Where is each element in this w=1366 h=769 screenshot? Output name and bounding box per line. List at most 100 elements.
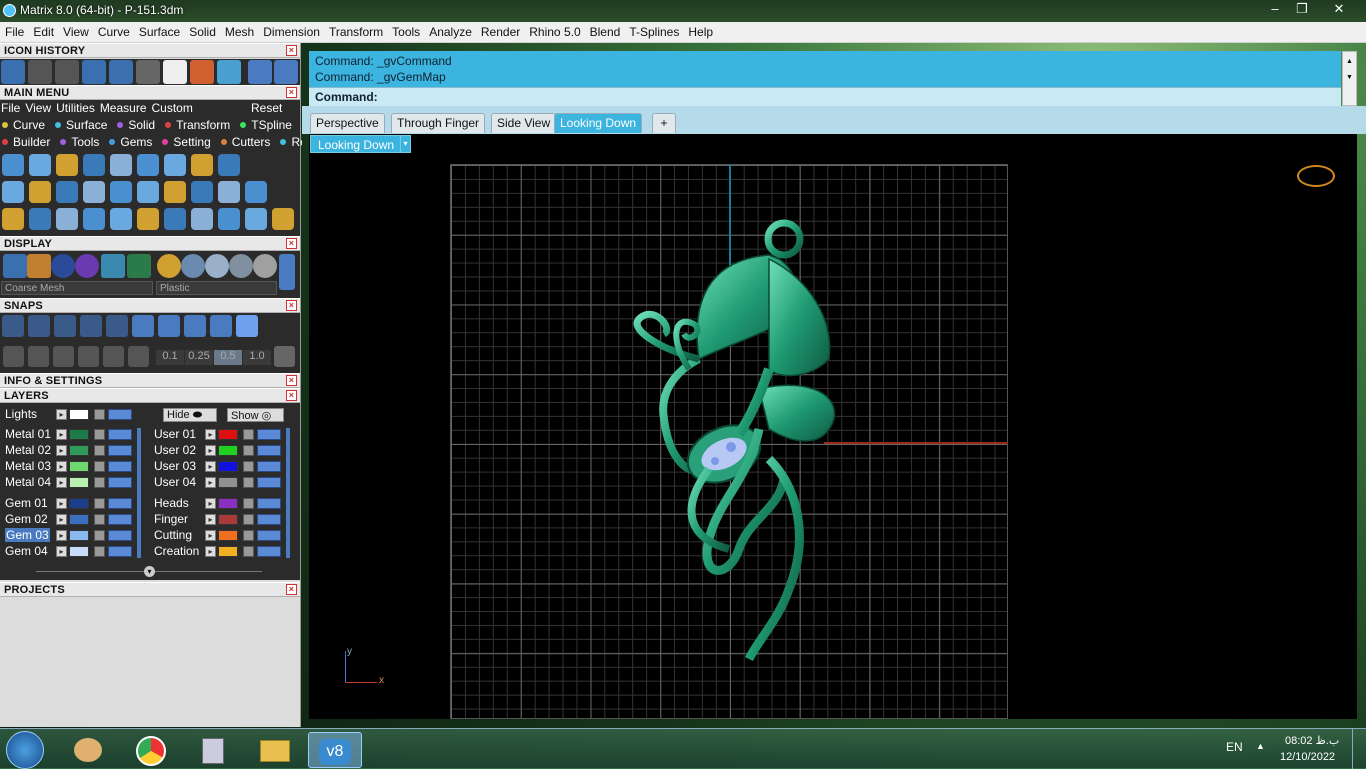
snap-ortho-icon[interactable] xyxy=(236,315,258,337)
layer-user-04[interactable]: User 04 xyxy=(154,475,196,489)
snap-grid-settings-icon[interactable] xyxy=(274,346,295,367)
expand-arrow-icon[interactable]: ▸ xyxy=(56,429,67,440)
visibility-toggle[interactable] xyxy=(108,546,132,557)
expand-arrow-icon[interactable]: ▸ xyxy=(56,546,67,557)
lock-icon[interactable] xyxy=(94,530,105,541)
snap-value-0.5[interactable]: 0.5 xyxy=(214,350,242,365)
category-transform[interactable]: Transform xyxy=(165,118,235,132)
lock-icon[interactable] xyxy=(243,498,254,509)
show-all-button[interactable]: Show ◎ xyxy=(227,408,284,422)
box-snap-icon[interactable] xyxy=(28,346,49,367)
language-indicator[interactable]: EN xyxy=(1226,740,1243,754)
menu-transform[interactable]: Transform xyxy=(324,22,387,39)
back-arrow-icon[interactable] xyxy=(248,60,272,84)
category-setting[interactable]: Setting xyxy=(162,135,215,149)
menu-mesh[interactable]: Mesh xyxy=(220,22,258,39)
main-menu-utilities[interactable]: Utilities xyxy=(56,101,95,115)
pattern-tool-icon[interactable] xyxy=(245,181,267,203)
close-icon[interactable]: × xyxy=(286,87,297,98)
lock-icon[interactable] xyxy=(94,477,105,488)
menu-file[interactable]: File xyxy=(0,22,28,39)
layer-gem-01[interactable]: Gem 01 xyxy=(5,496,48,510)
visibility-toggle[interactable] xyxy=(108,409,132,420)
snap-point-icon[interactable] xyxy=(80,315,102,337)
grid-tool-icon[interactable] xyxy=(1,60,25,84)
mesh-quality-dropdown[interactable]: Coarse Mesh xyxy=(1,281,153,295)
visibility-toggle[interactable] xyxy=(257,530,281,541)
expand-arrow-icon[interactable]: ▸ xyxy=(205,461,216,472)
ring-tool-icon[interactable] xyxy=(245,208,267,230)
menu-render[interactable]: Render xyxy=(476,22,524,39)
show-desktop-button[interactable] xyxy=(1352,729,1366,769)
smart-track-icon[interactable] xyxy=(128,346,149,367)
menu-tools[interactable]: Tools xyxy=(387,22,424,39)
bend-tool-icon[interactable] xyxy=(191,208,213,230)
layer-color-swatch[interactable] xyxy=(218,498,238,509)
category-tools[interactable]: Tools xyxy=(60,135,104,149)
category-cutters[interactable]: Cutters xyxy=(221,135,276,149)
menu-solid[interactable]: Solid xyxy=(184,22,220,39)
menu-view[interactable]: View xyxy=(58,22,93,39)
layer-gem-02[interactable]: Gem 02 xyxy=(5,512,48,526)
command-scrollbar[interactable]: ▲ ▼ xyxy=(1342,51,1357,106)
layer-gem-04[interactable]: Gem 04 xyxy=(5,544,48,558)
layer-color-swatch[interactable] xyxy=(69,498,89,509)
layer-color-swatch[interactable] xyxy=(69,461,89,472)
expand-arrow-icon[interactable]: ▸ xyxy=(205,530,216,541)
menu-curve[interactable]: Curve xyxy=(93,22,134,39)
layer-user-01[interactable]: User 01 xyxy=(154,427,196,441)
material-dropdown[interactable]: Plastic xyxy=(156,281,277,295)
menu-rhino-5-0[interactable]: Rhino 5.0 xyxy=(524,22,584,39)
expand-panel-icon[interactable]: ▾ xyxy=(144,566,155,577)
layers-scrollbar-right[interactable] xyxy=(286,428,290,558)
lock-icon[interactable] xyxy=(243,445,254,456)
gem-seat-tool-icon[interactable] xyxy=(164,154,186,176)
category-builder[interactable]: Builder xyxy=(2,135,55,149)
snap-value-0.1[interactable]: 0.1 xyxy=(156,350,184,365)
calculator-app-icon[interactable] xyxy=(186,732,240,768)
expand-arrow-icon[interactable]: ▸ xyxy=(56,498,67,509)
twist-tool-icon[interactable] xyxy=(164,181,186,203)
lock-icon[interactable] xyxy=(94,514,105,525)
visibility-toggle[interactable] xyxy=(108,530,132,541)
layer-metal-01[interactable]: Metal 01 xyxy=(5,427,51,441)
visibility-toggle[interactable] xyxy=(108,429,132,440)
lock-icon[interactable] xyxy=(243,546,254,557)
snap-near-icon[interactable] xyxy=(184,315,206,337)
layer-creation[interactable]: Creation xyxy=(154,544,199,558)
menu-analyze[interactable]: Analyze xyxy=(424,22,476,39)
tab-through-finger[interactable]: Through Finger xyxy=(391,113,485,133)
texture-tool-icon[interactable] xyxy=(218,181,240,203)
layer-color-swatch[interactable] xyxy=(218,514,238,525)
bezel-tool-icon[interactable] xyxy=(29,154,51,176)
project-snap-icon[interactable] xyxy=(103,346,124,367)
arc-tool-icon[interactable] xyxy=(29,208,51,230)
check-tool-icon[interactable] xyxy=(109,60,133,84)
shaded-sphere-icon[interactable] xyxy=(51,254,75,278)
menu-help[interactable]: Help xyxy=(683,22,717,39)
tab-looking-down[interactable]: Looking Down xyxy=(554,113,642,133)
main-menu-file[interactable]: File xyxy=(1,101,20,115)
pave-tool-icon[interactable] xyxy=(137,154,159,176)
snap-perpendicular-icon[interactable] xyxy=(2,315,24,337)
render-tool-icon[interactable] xyxy=(190,60,214,84)
add-viewport-tab[interactable]: + xyxy=(652,113,676,133)
profile-tool-icon[interactable] xyxy=(83,181,105,203)
visibility-toggle[interactable] xyxy=(108,445,132,456)
lock-icon[interactable] xyxy=(243,477,254,488)
layer-gem-03[interactable]: Gem 03 xyxy=(5,528,50,542)
visibility-toggle[interactable] xyxy=(108,477,132,488)
snap-quadrant-icon[interactable] xyxy=(158,315,180,337)
lock-icon[interactable] xyxy=(94,461,105,472)
layer-cutting[interactable]: Cutting xyxy=(154,528,192,542)
close-button[interactable]: ✕ xyxy=(1316,0,1362,18)
layer-color-swatch[interactable] xyxy=(69,530,89,541)
paint-app-icon[interactable] xyxy=(62,732,116,768)
layer-color-swatch[interactable] xyxy=(69,514,89,525)
cutter-tool-icon[interactable] xyxy=(191,154,213,176)
layer-color-swatch[interactable] xyxy=(218,429,238,440)
layer-finger[interactable]: Finger xyxy=(154,512,188,526)
visibility-toggle[interactable] xyxy=(257,514,281,525)
lock-icon[interactable] xyxy=(94,409,105,420)
lock-icon[interactable] xyxy=(94,429,105,440)
